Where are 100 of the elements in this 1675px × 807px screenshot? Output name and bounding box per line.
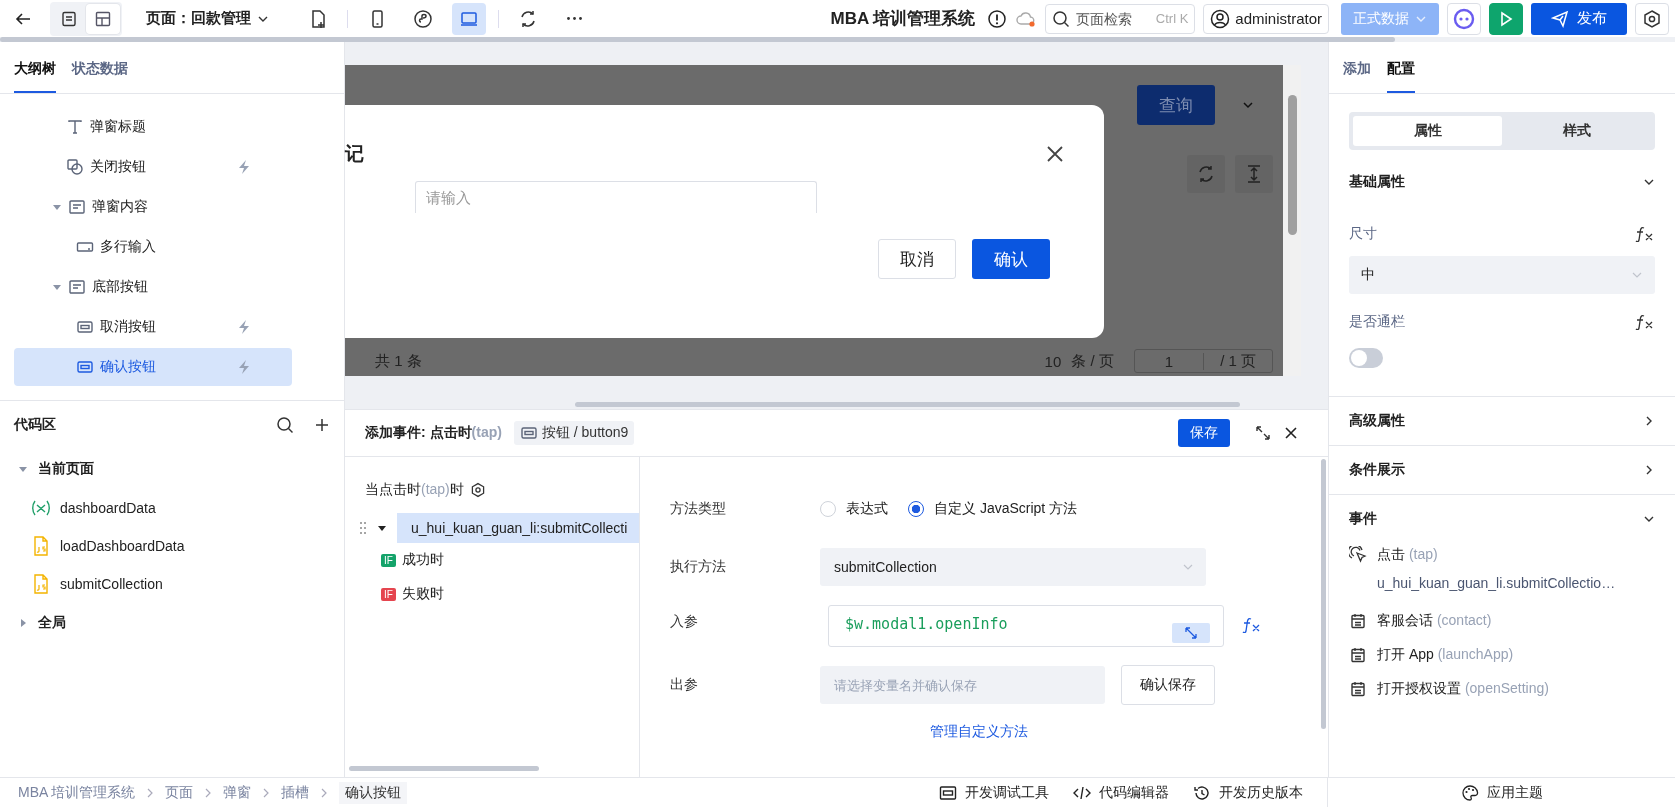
breadcrumb-item[interactable]: 页面 (165, 783, 194, 802)
publish-button[interactable]: 发布 (1531, 2, 1627, 35)
cancel-button[interactable]: 取消 (878, 239, 956, 279)
toolbar-button[interactable]: 开发历史版本 (1193, 783, 1303, 802)
close-icon[interactable] (1284, 426, 1298, 440)
method-select[interactable]: submitCollection (820, 548, 1206, 586)
settings-icon[interactable] (469, 482, 486, 498)
variable-icon (30, 499, 52, 517)
scrollbar-thumb[interactable] (575, 402, 1240, 407)
history-icon (1193, 784, 1211, 801)
section-header[interactable]: 基础属性 (1349, 158, 1655, 206)
breadcrumb-item[interactable]: 确认按钮 (339, 781, 408, 804)
code-group[interactable]: 全局 (14, 603, 330, 643)
section-header[interactable]: 条件展示 (1349, 446, 1655, 494)
branch-label[interactable]: 成功时 (401, 551, 444, 569)
settings-button[interactable] (1635, 2, 1669, 35)
event-name[interactable]: 点击 (tap) (1377, 546, 1438, 564)
expand-icon[interactable] (1254, 424, 1272, 442)
outline-item[interactable]: 弹窗标题 (14, 108, 292, 146)
run-button[interactable] (1489, 2, 1523, 35)
radio-label[interactable]: 表达式 (846, 500, 888, 518)
container-icon (68, 198, 86, 216)
panel-tab[interactable]: 状态数据 (72, 42, 128, 93)
property-label: 是否通栏 (1349, 313, 1405, 331)
field-label: 方法类型 (670, 500, 727, 518)
breadcrumb-item[interactable]: MBA 培训管理系统 (18, 783, 136, 802)
info-icon[interactable] (987, 8, 1008, 29)
trigger-label: 当点击时(tap)时 (365, 481, 464, 499)
page-size: 10 (1044, 352, 1062, 370)
caret-icon[interactable] (377, 523, 387, 533)
lightning-icon (236, 319, 252, 335)
layout-view-button[interactable] (86, 3, 120, 34)
fx-icon[interactable] (1242, 617, 1262, 633)
layout-icon (94, 9, 112, 28)
fx-icon[interactable] (1635, 226, 1655, 242)
palette-icon (1460, 783, 1479, 802)
panel-tab[interactable]: 配置 (1387, 42, 1415, 93)
confirm-save-button[interactable]: 确认保存 (1121, 665, 1215, 705)
button-icon (76, 318, 94, 336)
add-icon[interactable] (314, 417, 330, 433)
calendar-icon (1349, 680, 1367, 698)
desktop-view-button[interactable] (452, 2, 486, 35)
outline-item[interactable]: 关闭按钮 (14, 148, 292, 186)
action-item[interactable]: u_hui_kuan_guan_li:submitCollecti (397, 513, 639, 543)
drag-handle-icon[interactable] (359, 521, 367, 535)
outline-item[interactable]: 底部按钮 (14, 268, 292, 306)
total-count: 共 1 条 (375, 351, 422, 371)
caret-icon (18, 464, 28, 474)
save-button[interactable]: 保存 (1178, 419, 1230, 447)
event-name[interactable]: 打开 App (launchApp) (1377, 646, 1514, 664)
outline-item[interactable]: 多行输入 (14, 228, 292, 266)
breadcrumb-item[interactable]: 插槽 (281, 783, 310, 802)
outline-item[interactable]: 确认按钮 (14, 348, 292, 386)
fx-icon[interactable] (1635, 314, 1655, 330)
toolbar-button[interactable]: 代码编辑器 (1073, 783, 1169, 802)
panel-tab[interactable]: 添加 (1343, 42, 1371, 93)
scrollbar-thumb[interactable] (1320, 459, 1326, 729)
outline-label: 多行输入 (100, 238, 156, 256)
code-item[interactable]: submitCollection (60, 576, 163, 592)
scrollbar-thumb[interactable] (349, 766, 539, 771)
app-title: MBA 培训管理系统 (830, 8, 976, 30)
segment-tab[interactable]: 属性 (1353, 116, 1502, 146)
outline-item[interactable]: 弹窗内容 (14, 188, 292, 226)
confirm-button[interactable]: 确认 (972, 239, 1050, 279)
scrollbar-thumb[interactable] (0, 37, 1395, 42)
radio-button[interactable] (908, 501, 924, 517)
theme-button[interactable]: 应用主题 (1460, 783, 1543, 802)
section-header[interactable]: 高级属性 (1349, 397, 1655, 445)
radio-label[interactable]: 自定义 JavaScript 方法 (934, 500, 1078, 518)
variable-input[interactable]: 请选择变量名并确认保存 (820, 666, 1105, 704)
segment-tab[interactable]: 样式 (1502, 116, 1651, 146)
event-handler[interactable]: u_hui_kuan_guan_li.submitCollectio… (1349, 567, 1655, 599)
page-selector[interactable]: 页面：回款管理 (146, 9, 269, 28)
size-select[interactable]: 中 (1349, 256, 1655, 294)
shapes-icon (66, 158, 84, 176)
if-badge: IF (381, 553, 396, 567)
event-name[interactable]: 打开授权设置 (openSetting) (1377, 680, 1549, 698)
panel-tab[interactable]: 大纲树 (14, 42, 56, 93)
event-name[interactable]: 客服会话 (contact) (1377, 612, 1492, 630)
toggle-switch[interactable] (1349, 348, 1383, 368)
breadcrumb-item[interactable]: 弹窗 (223, 783, 252, 802)
code-group[interactable]: 当前页面 (14, 449, 330, 489)
calendar-icon (1349, 646, 1367, 664)
text-input[interactable]: 请输入 (415, 181, 817, 213)
panel-title: 添加事件: 点击时(tap) (365, 424, 502, 442)
outline-label: 弹窗内容 (92, 198, 148, 216)
branch-label[interactable]: 失败时 (401, 585, 444, 603)
query-button[interactable]: 查询 (1137, 85, 1215, 125)
send-icon (1551, 9, 1569, 28)
section-header[interactable]: 事件 (1349, 495, 1655, 543)
user-button[interactable]: administrator (1203, 3, 1329, 34)
search-icon[interactable] (276, 416, 294, 434)
assistant-button[interactable] (1447, 2, 1481, 35)
code-item[interactable]: dashboardData (60, 500, 156, 516)
close-icon[interactable] (1046, 145, 1064, 163)
play-icon (1498, 10, 1514, 27)
outline-item[interactable]: 取消按钮 (14, 308, 292, 346)
toolbar-button[interactable]: 开发调试工具 (939, 783, 1049, 802)
manage-methods-link[interactable]: 管理自定义方法 (930, 723, 1028, 739)
code-item[interactable]: loadDashboardData (60, 538, 185, 554)
